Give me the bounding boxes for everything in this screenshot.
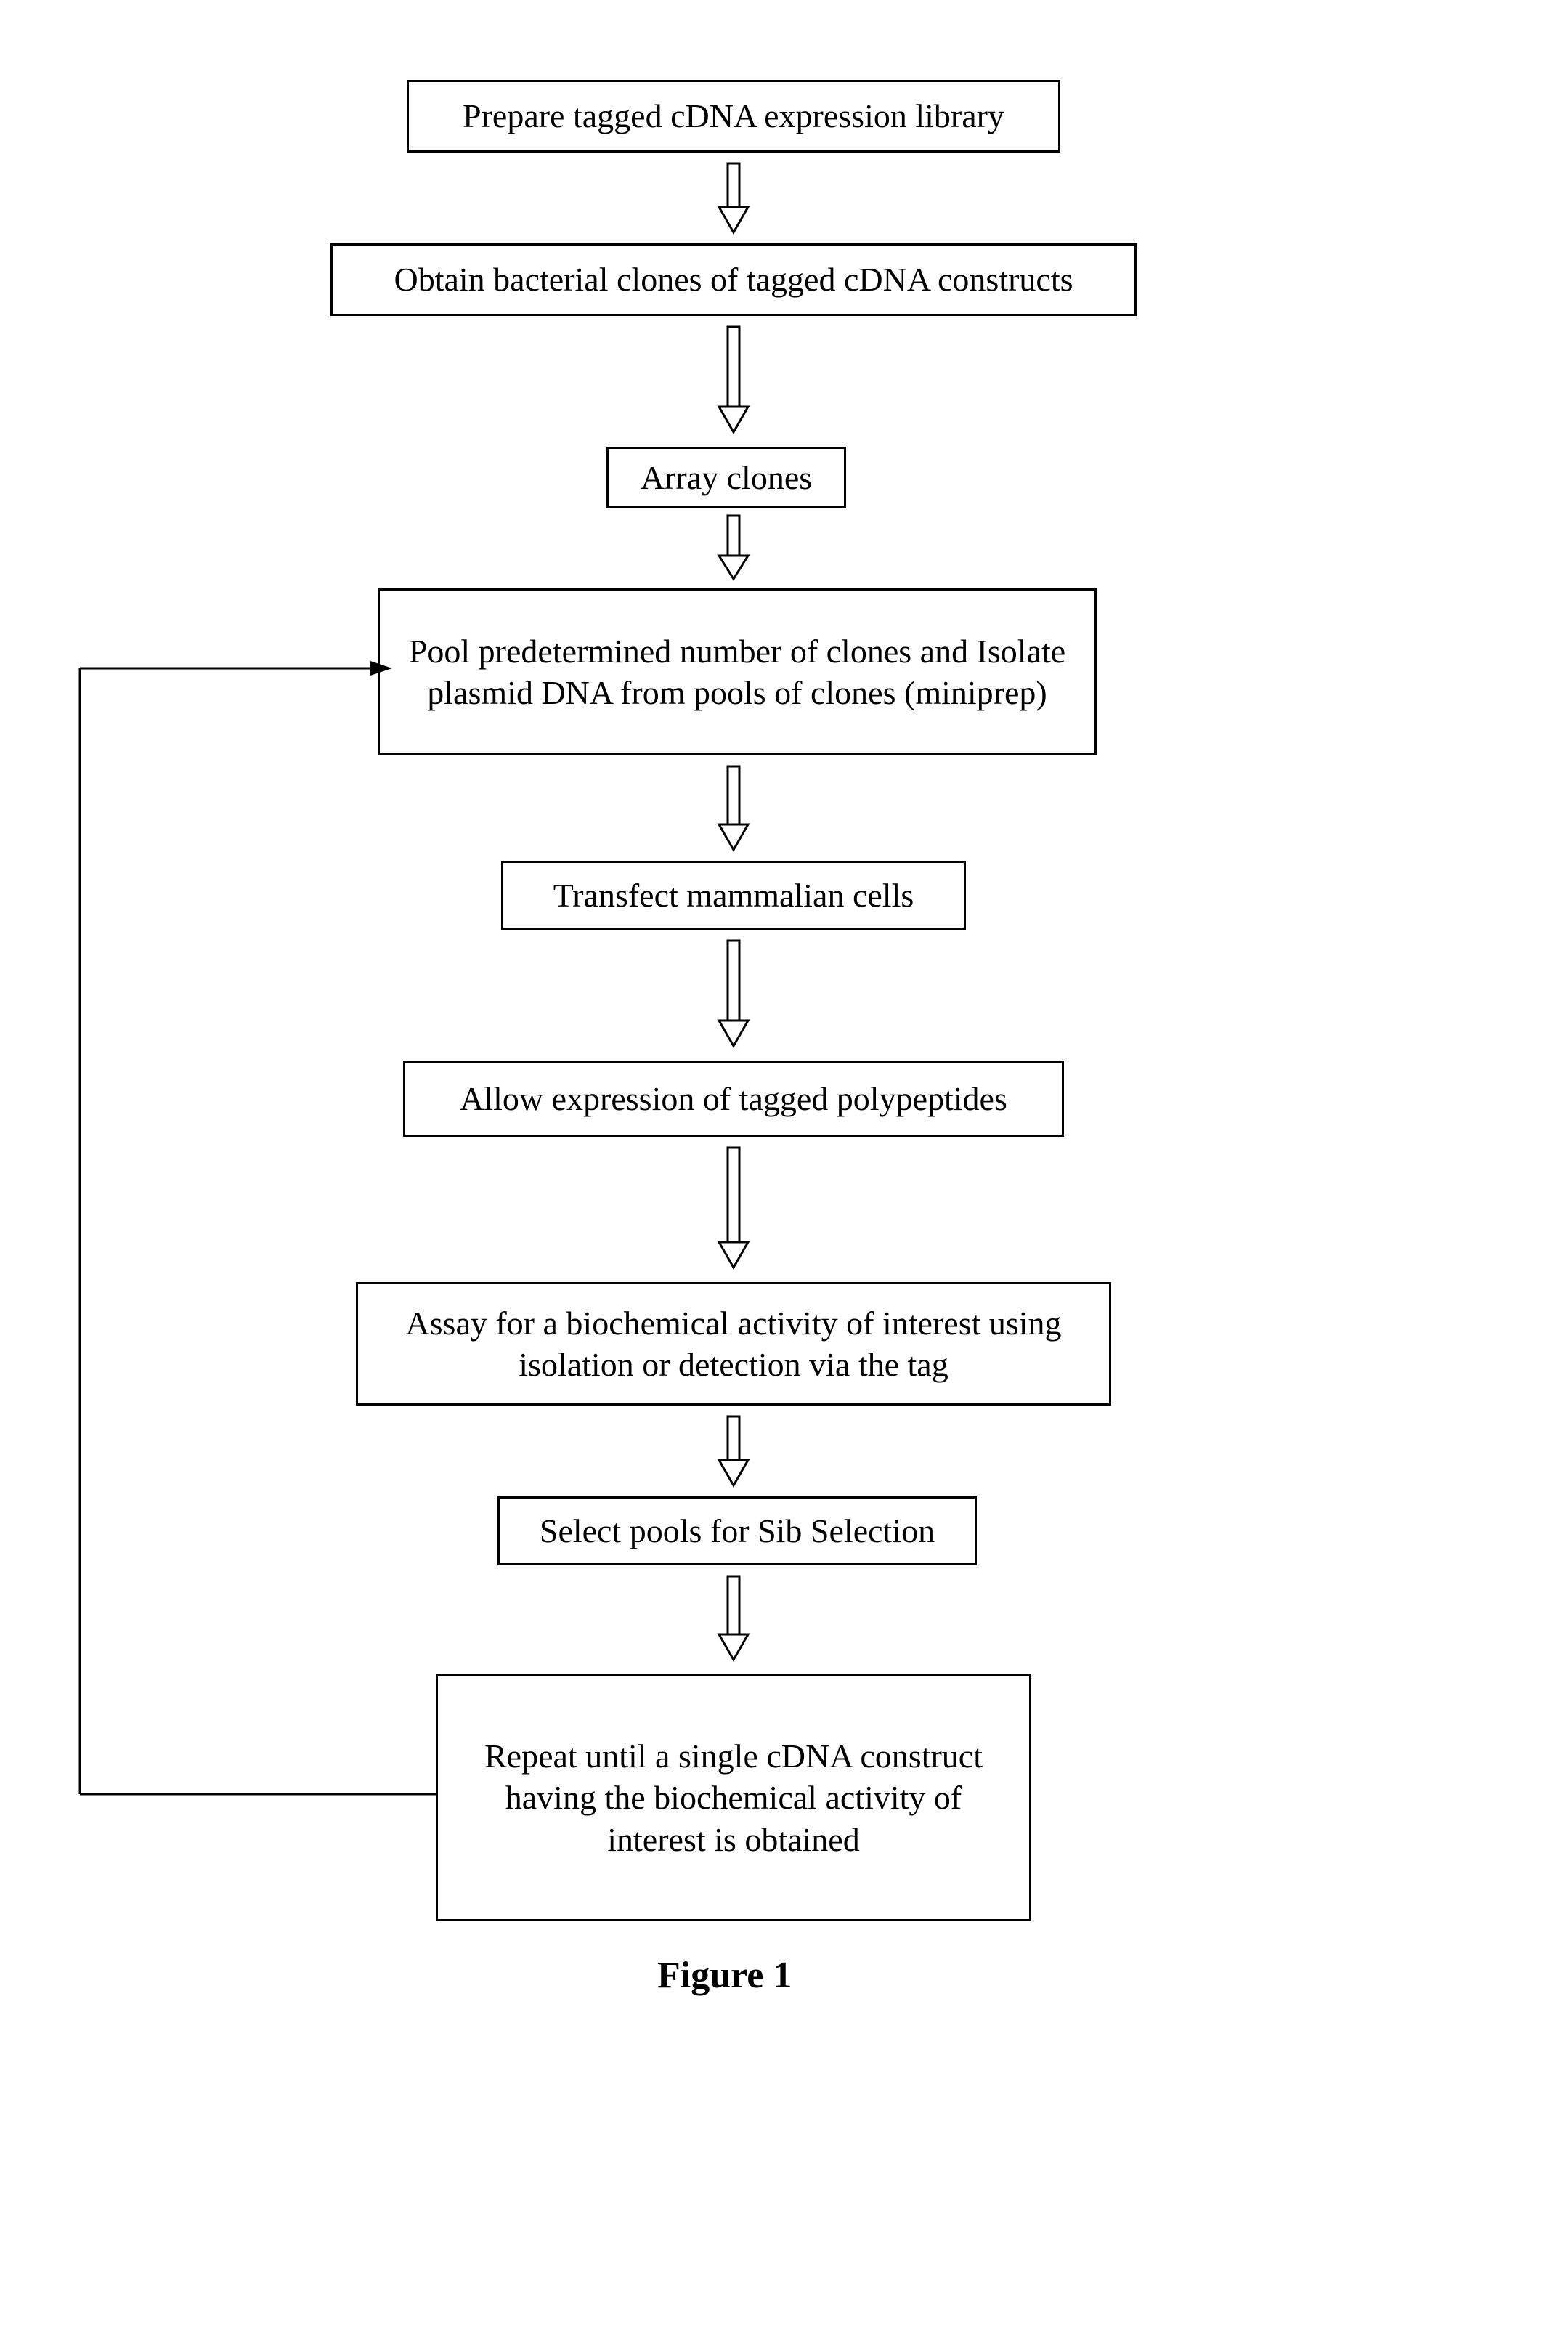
flow-box-6: Allow expression of tagged polypeptides <box>403 1061 1064 1137</box>
arrow-2-3 <box>712 323 755 439</box>
flow-box-3: Array clones <box>606 447 846 508</box>
arrow-8-9 <box>712 1573 755 1667</box>
flow-box-2-text: Obtain bacterial clones of tagged cDNA c… <box>394 259 1073 301</box>
flow-box-8-text: Select pools for Sib Selection <box>540 1510 935 1552</box>
arrow-5-6 <box>712 937 755 1053</box>
feedback-loop-arrow <box>36 625 443 1816</box>
flow-box-1-text: Prepare tagged cDNA expression library <box>463 95 1004 137</box>
flow-box-4-text: Pool predetermined number of clones and … <box>394 630 1080 714</box>
arrow-1-2 <box>712 160 755 240</box>
flow-box-3-text: Array clones <box>641 457 812 499</box>
flow-box-4: Pool predetermined number of clones and … <box>378 588 1097 755</box>
arrow-4-5 <box>712 763 755 857</box>
figure-caption: Figure 1 <box>657 1954 792 1997</box>
arrow-3-4 <box>712 512 755 585</box>
flow-box-2: Obtain bacterial clones of tagged cDNA c… <box>330 243 1137 316</box>
flow-box-7-text: Assay for a biochemical activity of inte… <box>373 1302 1094 1386</box>
flow-box-1: Prepare tagged cDNA expression library <box>407 80 1060 153</box>
flow-box-7: Assay for a biochemical activity of inte… <box>356 1282 1111 1406</box>
flow-box-5: Transfect mammalian cells <box>501 861 966 930</box>
arrow-7-8 <box>712 1413 755 1493</box>
flow-box-6-text: Allow expression of tagged polypeptides <box>460 1078 1007 1120</box>
arrow-6-7 <box>712 1144 755 1275</box>
flow-box-9: Repeat until a single cDNA construct hav… <box>436 1674 1031 1921</box>
flow-box-5-text: Transfect mammalian cells <box>553 875 914 917</box>
figure-caption-text: Figure 1 <box>657 1955 792 1996</box>
flow-box-8: Select pools for Sib Selection <box>497 1496 977 1565</box>
flow-box-9-text: Repeat until a single cDNA construct hav… <box>452 1735 1015 1861</box>
